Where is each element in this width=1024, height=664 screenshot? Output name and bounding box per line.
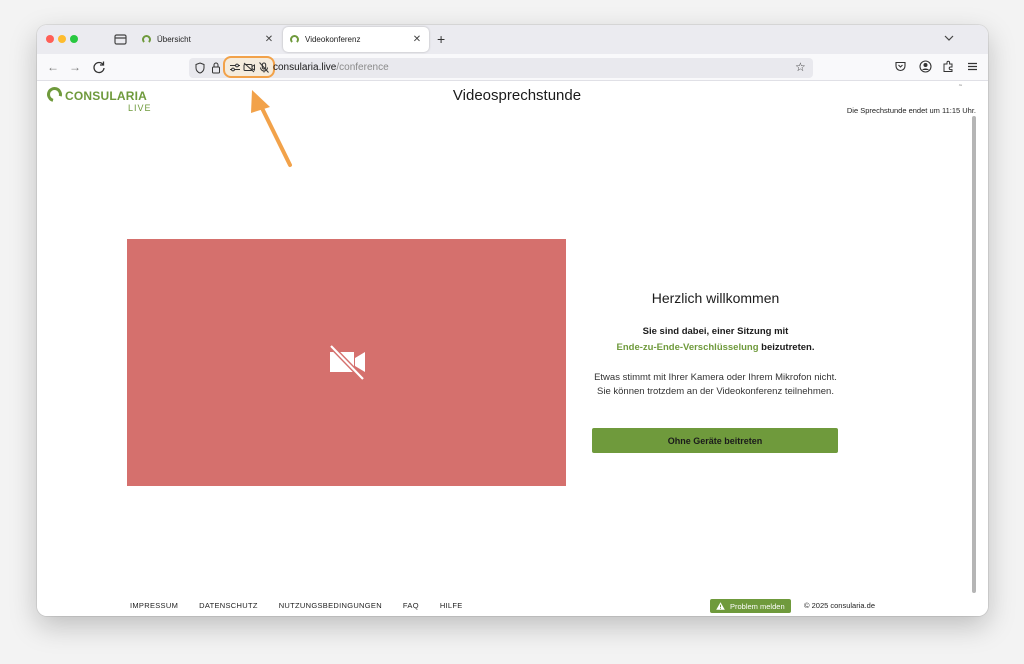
session-end-notice: Die Sprechstunde endet um 11:15 Uhr. [846, 106, 976, 115]
consularia-favicon-icon [290, 35, 299, 44]
device-problem-message: Etwas stimmt mit Ihrer Kamera oder Ihrem… [594, 372, 837, 397]
account-icon[interactable] [919, 60, 932, 73]
report-problem-button[interactable]: Problem melden [710, 599, 791, 613]
footer-link-datenschutz[interactable]: DATENSCHUTZ [199, 601, 258, 610]
forward-arrow-icon[interactable]: → [68, 60, 82, 74]
warning-icon [716, 602, 725, 610]
microphone-blocked-icon[interactable] [258, 62, 270, 73]
logo-sub: LIVE [128, 103, 152, 113]
navigation-bar: ← → consularia.live/conference ☆ [37, 54, 988, 81]
zoom-window-button[interactable] [70, 35, 78, 43]
pocket-icon[interactable] [894, 60, 907, 73]
welcome-lead-text: Sie sind dabei, einer Sitzung mit [642, 326, 789, 337]
join-without-devices-button[interactable]: Ohne Geräte beitreten [592, 428, 838, 453]
scrollbar[interactable] [972, 116, 976, 593]
consularia-favicon-icon [142, 35, 151, 44]
footer-links: IMPRESSUM DATENSCHUTZ NUTZUNGSBEDINGUNGE… [130, 601, 463, 610]
footer-link-hilfe[interactable]: HILFE [440, 601, 463, 610]
close-window-button[interactable] [46, 35, 54, 43]
close-tab-icon[interactable]: ✕ [263, 34, 275, 45]
tab-videokonferenz[interactable]: Videokonferenz ✕ [283, 27, 429, 52]
welcome-lead-end: beizutreten. [761, 342, 815, 353]
lock-icon[interactable] [211, 61, 221, 74]
video-preview [127, 239, 566, 486]
tab-uebersicht[interactable]: Übersicht ✕ [135, 27, 281, 52]
url-domain: consularia.live [273, 62, 337, 73]
back-arrow-icon[interactable]: ← [46, 60, 60, 74]
url-text[interactable]: consularia.live/conference [273, 62, 389, 73]
camera-off-icon [329, 344, 365, 381]
consularia-logo[interactable]: CONSULARIA LIVE [44, 84, 151, 116]
tab-title: Videokonferenz [305, 35, 361, 44]
welcome-panel: Herzlich willkommen Sie sind dabei, eine… [588, 290, 843, 399]
footer-link-nutzungsbedingungen[interactable]: NUTZUNGSBEDINGUNGEN [279, 601, 382, 610]
hamburger-menu-icon[interactable] [966, 60, 979, 73]
camera-blocked-icon[interactable] [243, 62, 255, 73]
minimize-window-button[interactable] [58, 35, 66, 43]
new-tab-icon[interactable]: + [437, 31, 445, 47]
tab-bar: Übersicht ✕ Videokonferenz ✕ + [37, 25, 988, 54]
logo-name: CONSULARIA [65, 89, 147, 103]
bookmark-star-icon[interactable]: ☆ [795, 60, 806, 74]
shield-icon[interactable] [195, 62, 205, 74]
page-content: CONSULARIA LIVE Videosprechstunde Die Sp… [37, 81, 988, 616]
close-tab-icon[interactable]: ✕ [411, 34, 423, 45]
welcome-lead: Sie sind dabei, einer Sitzung mit Ende-z… [588, 324, 843, 356]
annotation-arrow-icon [251, 90, 292, 167]
url-path: /conference [336, 62, 389, 73]
chevron-down-icon[interactable] [944, 33, 954, 43]
tab-overview-icon[interactable] [114, 33, 127, 45]
address-bar[interactable]: consularia.live/conference ☆ [189, 56, 813, 78]
extensions-icon[interactable] [942, 60, 955, 73]
encryption-highlight: Ende-zu-Ende-Verschlüsselung [616, 342, 759, 353]
copyright: © 2025 consularia.de [804, 601, 875, 610]
footer-link-faq[interactable]: FAQ [403, 601, 419, 610]
permission-settings-icon[interactable] [229, 62, 241, 73]
site-permissions-group[interactable] [223, 56, 275, 78]
browser-window: Übersicht ✕ Videokonferenz ✕ + ← → consu… [37, 25, 988, 616]
page-title: Videosprechstunde [452, 87, 582, 104]
scroll-indicator-icon: ˜ [959, 83, 962, 93]
tab-title: Übersicht [157, 35, 191, 44]
logo-ring-icon [44, 84, 65, 105]
reload-icon[interactable] [92, 60, 106, 74]
welcome-title: Herzlich willkommen [651, 290, 780, 306]
footer-link-impressum[interactable]: IMPRESSUM [130, 601, 178, 610]
report-problem-label: Problem melden [730, 601, 785, 611]
